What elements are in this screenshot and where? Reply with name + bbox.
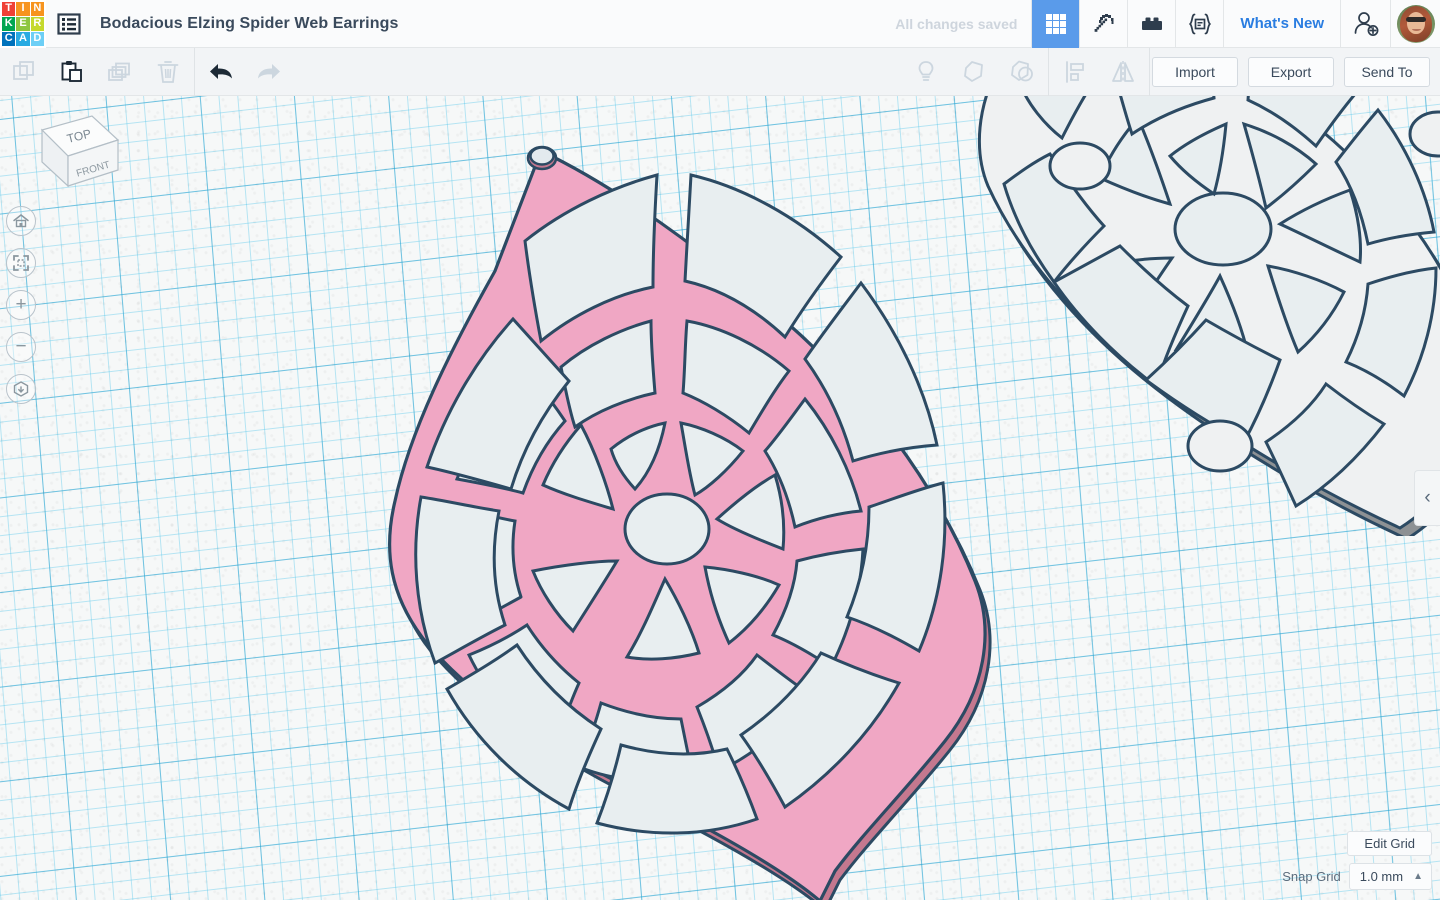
logo-letter: E (19, 17, 27, 29)
logo-letter: D (33, 32, 42, 44)
minecraft-pickaxe-icon (1094, 13, 1114, 32)
save-status: All changes saved (895, 15, 1018, 32)
logo-letter: R (33, 17, 42, 29)
logo-letter: T (5, 2, 13, 14)
logo-tile-7: A (16, 31, 30, 46)
edit-grid-button[interactable]: Edit Grid (1347, 831, 1432, 856)
logo-tile-4: E (16, 16, 30, 31)
codeblocks-icon (1188, 13, 1211, 34)
tinkercad-app: T I N K E R C A D Bodacious Elzing Spide… (0, 0, 1440, 900)
logo-letter: C (4, 32, 13, 44)
chevron-up-icon: ▲ (1413, 871, 1423, 882)
white-web-hole-bottom (1186, 419, 1254, 473)
undo-arrow-icon (210, 63, 232, 79)
ungroup-button[interactable] (998, 48, 1046, 96)
logo-tile-8: D (30, 31, 44, 46)
view-cube[interactable]: TOP FRONT (18, 106, 128, 206)
toolbar-divider-3 (1149, 47, 1150, 96)
whats-new-link[interactable]: What's New (1223, 0, 1340, 48)
invite-people-button[interactable] (1340, 0, 1390, 48)
paste-icon (61, 60, 82, 82)
logo-tile-2: N (30, 1, 44, 16)
add-person-icon (1354, 11, 1378, 36)
fit-to-view-icon (13, 255, 29, 271)
toolbar-divider (194, 47, 195, 96)
3d-workplane-canvas[interactable]: TOP FRONT + − ‹ Edit Grid Snap Grid 1.0 … (0, 96, 1440, 900)
logo-tile-3: K (2, 16, 16, 31)
logo-letter: A (19, 32, 27, 44)
logo-letter: N (33, 2, 42, 14)
logo-tile-5: R (30, 16, 44, 31)
logo-tile-0: T (2, 1, 16, 16)
toolbar-divider-2 (1048, 47, 1049, 96)
page-title: Bodacious Elzing Spider Web Earrings (100, 14, 399, 32)
align-button[interactable] (1051, 48, 1099, 96)
mirror-icon (1112, 60, 1134, 83)
delete-button[interactable] (144, 48, 192, 96)
view-cube-icon: TOP FRONT (40, 115, 120, 188)
snap-grid-select[interactable]: 1.0 mm ▲ (1348, 863, 1432, 890)
side-panel-toggle[interactable]: ‹ (1414, 470, 1440, 526)
logo-letter: I (21, 2, 25, 14)
notes-button[interactable] (902, 48, 950, 96)
undo-button[interactable] (197, 48, 245, 96)
white-web-center-hole (1173, 191, 1273, 267)
redo-button[interactable] (245, 48, 293, 96)
avatar (1396, 4, 1435, 43)
white-web-hole-right (1408, 110, 1440, 158)
tab-3d-designs[interactable] (1031, 0, 1080, 48)
logo-letter: K (4, 17, 13, 29)
fit-to-view-button[interactable] (6, 248, 36, 278)
home-view-icon (13, 214, 29, 228)
group-shapes-icon (964, 60, 983, 82)
align-icon (1066, 60, 1084, 83)
redo-arrow-icon (258, 63, 280, 79)
import-button[interactable]: Import (1152, 56, 1238, 87)
zoom-in-icon: + (15, 294, 27, 315)
edit-toolbar: Import Export Send To (0, 47, 1440, 96)
trash-icon (157, 60, 179, 83)
lego-brick-icon (1141, 17, 1162, 30)
logo-tile-1: I (16, 1, 30, 16)
paste-button[interactable] (48, 48, 96, 96)
snap-grid-value: 1.0 mm (1359, 869, 1404, 884)
copy-icon (13, 60, 34, 80)
home-view-button[interactable] (6, 206, 36, 236)
avatar-sunglasses (1405, 16, 1426, 22)
logo-tile-6: C (2, 31, 16, 46)
duplicate-button[interactable] (96, 48, 144, 96)
white-spider-web-object[interactable] (930, 96, 1440, 536)
zoom-out-icon: − (15, 336, 27, 357)
mirror-button[interactable] (1099, 48, 1147, 96)
avatar-smile (1411, 27, 1421, 31)
ungroup-shapes-icon (1011, 60, 1033, 81)
list-menu-icon (57, 12, 81, 35)
project-menu-button[interactable] (46, 0, 92, 48)
zoom-out-button[interactable]: − (6, 332, 36, 362)
snap-grid-control: Snap Grid 1.0 mm ▲ (1282, 863, 1432, 890)
lightbulb-note-icon (918, 60, 934, 81)
export-button[interactable]: Export (1248, 56, 1334, 87)
tinkercad-logo[interactable]: T I N K E R C A D (0, 0, 46, 48)
tab-bricks[interactable] (1127, 0, 1175, 48)
copy-button[interactable] (0, 48, 48, 96)
app-header: T I N K E R C A D Bodacious Elzing Spide… (0, 0, 1440, 48)
group-button[interactable] (950, 48, 998, 96)
ortho-perspective-icon (13, 381, 29, 397)
ortho-perspective-button[interactable] (6, 374, 36, 404)
top-hang-hole-inner (529, 146, 555, 166)
grid-designs-icon (1045, 13, 1066, 34)
white-web-hole-left (1048, 141, 1112, 191)
duplicate-icon (108, 62, 130, 81)
zoom-in-button[interactable]: + (6, 290, 36, 320)
tab-codeblocks[interactable] (1175, 0, 1223, 48)
account-menu-button[interactable] (1390, 0, 1440, 48)
tab-minecraft[interactable] (1079, 0, 1127, 48)
snap-grid-label: Snap Grid (1282, 869, 1341, 884)
send-to-button[interactable]: Send To (1344, 56, 1430, 87)
